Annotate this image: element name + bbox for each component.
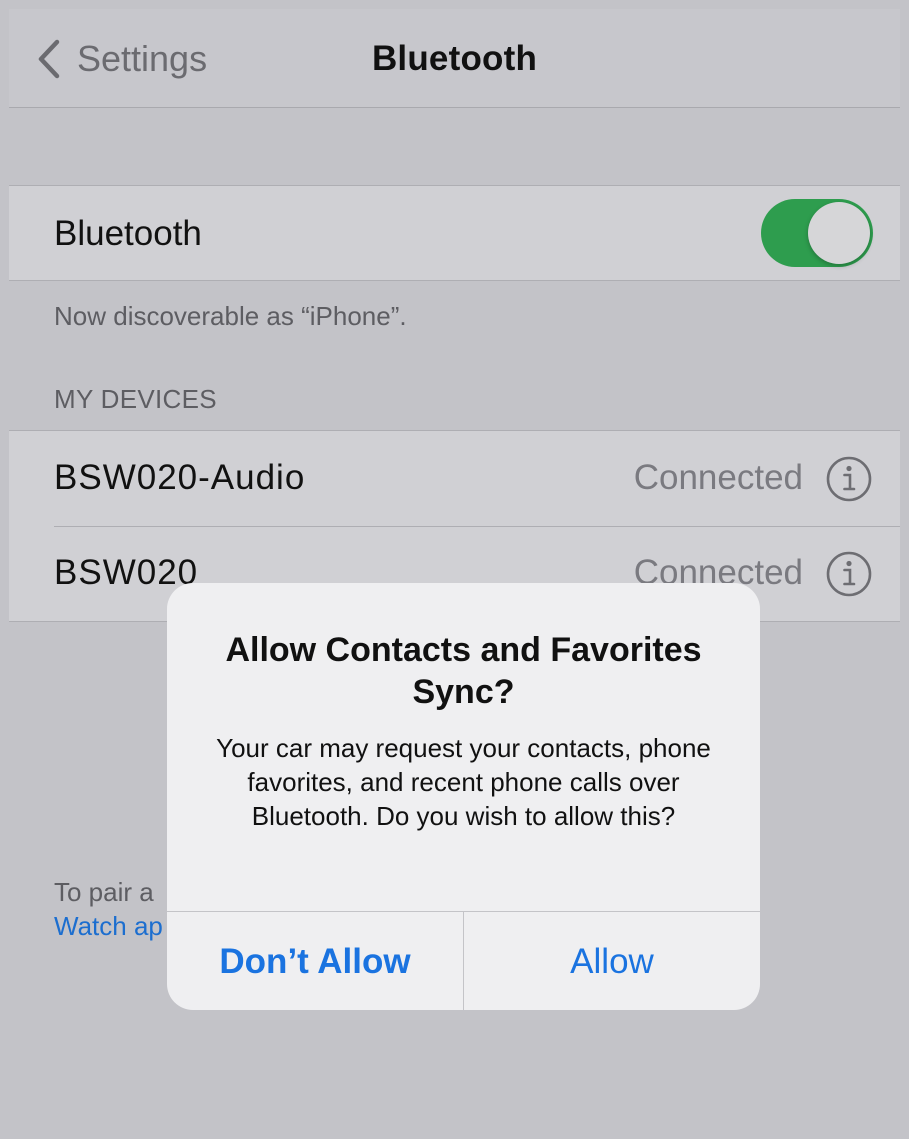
- dont-allow-button[interactable]: Don’t Allow: [167, 912, 463, 1010]
- allow-button[interactable]: Allow: [463, 912, 760, 1010]
- device-row[interactable]: BSW020-Audio Connected: [9, 431, 900, 526]
- page-title: Bluetooth: [371, 39, 538, 78]
- bluetooth-switch[interactable]: [761, 199, 873, 267]
- pairing-instructions-start: To pair a: [54, 877, 154, 907]
- bluetooth-settings-screen: Settings Bluetooth Bluetooth Now discove…: [9, 9, 900, 1130]
- info-icon[interactable]: [825, 455, 873, 503]
- navigation-bar: Settings Bluetooth: [9, 9, 900, 108]
- alert-title: Allow Contacts and Favorites Sync?: [225, 631, 702, 711]
- alert-button-row: Don’t Allow Allow: [167, 911, 760, 1010]
- pairing-link-start[interactable]: Watch ap: [54, 911, 163, 941]
- alert-message: Your car may request your contacts, phon…: [216, 733, 711, 831]
- sync-permission-alert: Allow Contacts and Favorites Sync? Your …: [167, 583, 760, 1010]
- bluetooth-toggle-label: Bluetooth: [54, 214, 202, 253]
- switch-knob: [808, 202, 870, 264]
- info-icon[interactable]: [825, 550, 873, 598]
- my-devices-header: MY DEVICES: [54, 384, 217, 414]
- discoverable-note: Now discoverable as “iPhone”.: [54, 301, 407, 331]
- device-status: Connected: [633, 458, 803, 497]
- device-name: BSW020: [54, 553, 199, 592]
- bluetooth-toggle-row: Bluetooth: [9, 185, 900, 281]
- device-name: BSW020-Audio: [54, 458, 306, 497]
